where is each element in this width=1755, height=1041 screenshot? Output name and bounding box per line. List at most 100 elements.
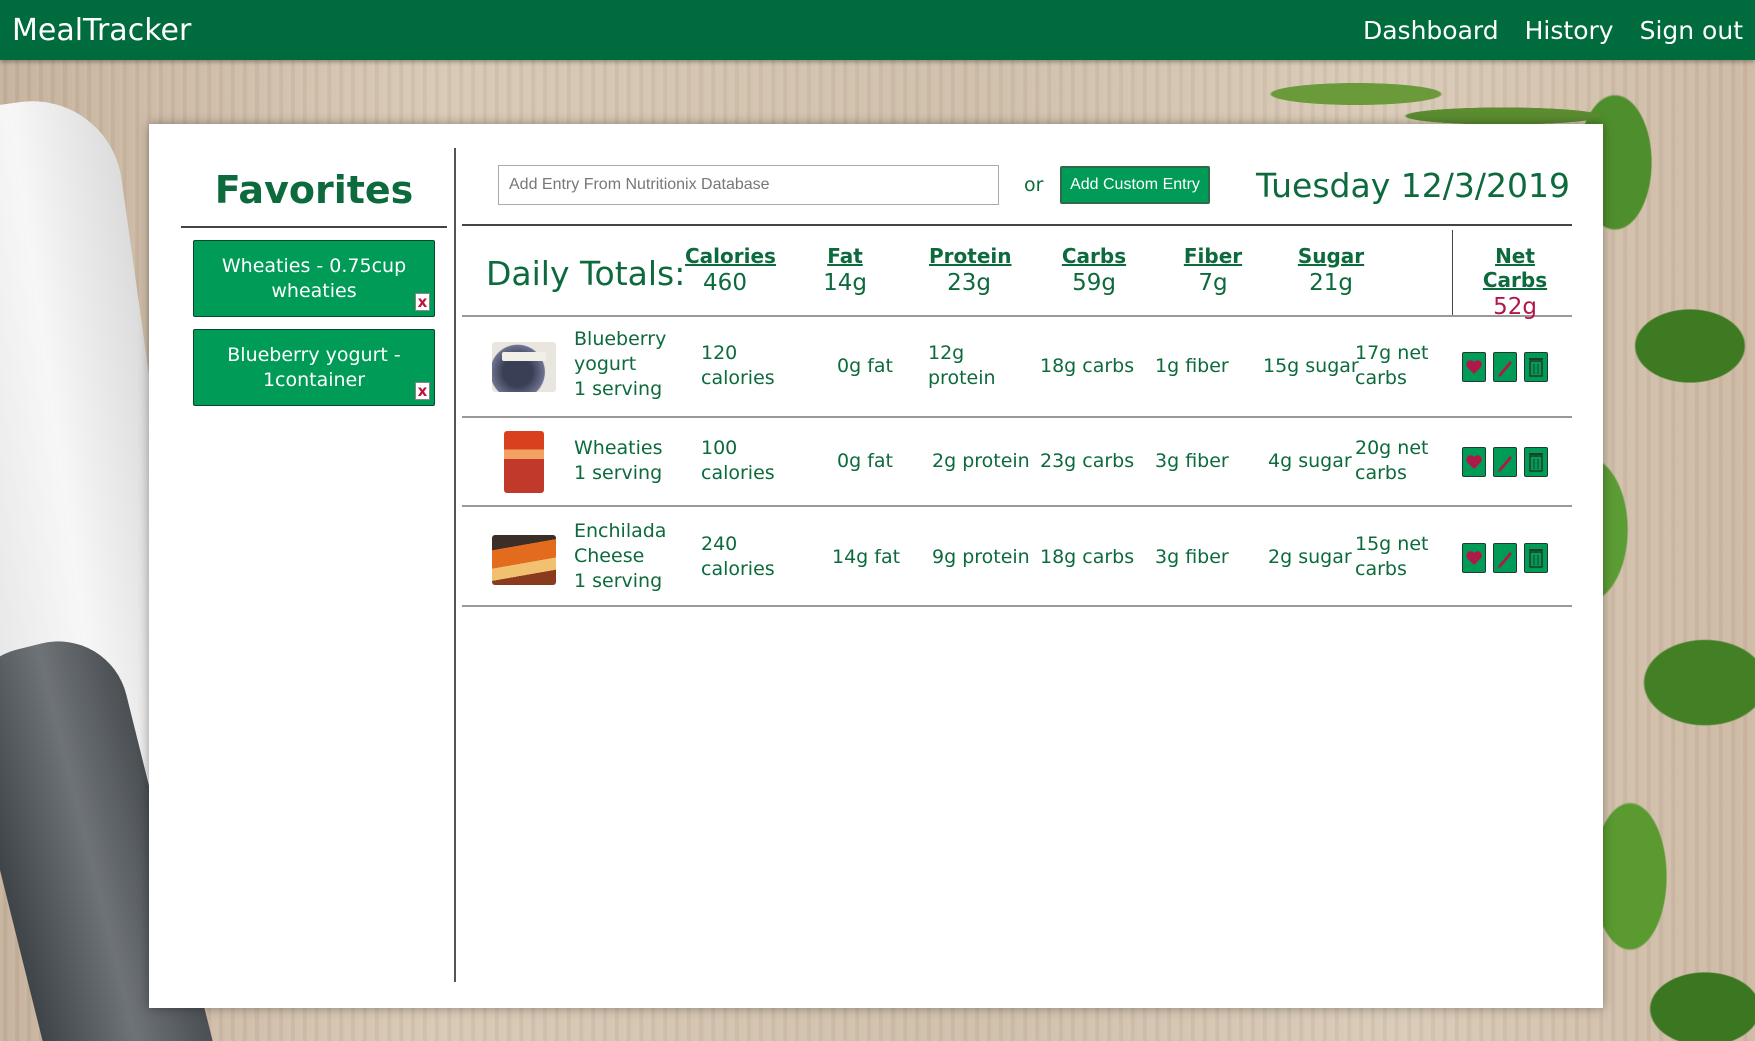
main-card: Favorites Wheaties - 0.75cup wheaties x … — [149, 124, 1603, 1008]
entry-name: Blueberry yogurt — [574, 328, 667, 375]
favorite-item-label: Blueberry yogurt - 1container — [227, 343, 401, 391]
favorites-sidebar: Favorites Wheaties - 0.75cup wheaties x … — [181, 148, 447, 960]
add-custom-entry-button[interactable]: Add Custom Entry — [1060, 166, 1210, 204]
entry-actions — [1462, 352, 1548, 382]
wheaties-image — [504, 431, 544, 493]
entry-net-carbs: 17g net carbs — [1355, 342, 1429, 389]
entry-name: Wheaties — [574, 437, 663, 459]
total-sugar-value: 21g — [1309, 270, 1353, 296]
favorite-item[interactable]: Blueberry yogurt - 1container x — [193, 329, 435, 406]
total-net-carbs: Net Carbs 52g — [1460, 244, 1570, 320]
nav-history-link[interactable]: History — [1525, 16, 1614, 45]
total-fiber-label[interactable]: Fiber — [1178, 244, 1248, 268]
entry-sugar: 4g sugar — [1268, 450, 1352, 472]
entry-calories: 240 calories — [701, 533, 775, 580]
entry-serving: 1 serving — [574, 570, 663, 592]
total-calories-value: 460 — [703, 270, 747, 296]
yogurt-image — [492, 342, 556, 392]
pencil-icon — [1498, 361, 1512, 377]
entry-sugar: 15g sugar — [1263, 355, 1359, 377]
navbar: MealTracker Dashboard History Sign out — [0, 0, 1755, 60]
entry-toolbar: or Add Custom Entry Tuesday 12/3/2019 — [462, 148, 1572, 228]
entry-calories: 100 calories — [701, 437, 775, 484]
entry-fiber: 3g fiber — [1155, 546, 1229, 568]
delete-button[interactable] — [1524, 447, 1548, 477]
delete-button[interactable] — [1524, 352, 1548, 382]
brand-logo[interactable]: MealTracker — [12, 13, 191, 48]
nav-signout-link[interactable]: Sign out — [1640, 16, 1743, 45]
entry-carbs: 18g carbs — [1040, 546, 1135, 568]
total-fat: Fat 14g — [815, 244, 875, 296]
total-sugar: Sugar 21g — [1296, 244, 1366, 296]
entry-name-cell: Blueberry yogurt 1 serving — [574, 327, 684, 402]
total-sugar-label[interactable]: Sugar — [1296, 244, 1366, 268]
heart-icon — [1466, 455, 1482, 469]
food-entry-row: Wheaties 1 serving 100 calories 0g fat 2… — [462, 418, 1572, 507]
daily-totals-row: Daily Totals: Calories 460 Fat 14g Prote… — [462, 230, 1572, 320]
total-protein-label[interactable]: Protein — [929, 244, 1011, 268]
entry-net-carbs: 20g net carbs — [1355, 437, 1429, 484]
entry-fat: 0g fat — [837, 355, 893, 377]
entry-net-carbs: 15g net carbs — [1355, 533, 1429, 580]
favorites-title: Favorites — [181, 148, 447, 228]
total-carbs-label[interactable]: Carbs — [1059, 244, 1129, 268]
entry-calories: 120 calories — [701, 342, 775, 389]
favorite-item[interactable]: Wheaties - 0.75cup wheaties x — [193, 240, 435, 317]
nutritionix-search-input[interactable] — [498, 165, 999, 205]
pencil-icon — [1498, 456, 1512, 472]
remove-favorite-button[interactable]: x — [415, 382, 430, 400]
entry-fiber: 1g fiber — [1155, 355, 1229, 377]
or-label: or — [1024, 174, 1044, 196]
entry-name-cell: Wheaties 1 serving — [574, 436, 684, 486]
favorite-button[interactable] — [1462, 447, 1486, 477]
entry-serving: 1 serving — [574, 378, 663, 400]
header-divider — [462, 224, 1572, 226]
sidebar-divider — [454, 148, 456, 982]
total-fat-value: 14g — [823, 270, 867, 296]
enchilada-image — [492, 535, 556, 585]
remove-favorite-button[interactable]: x — [415, 293, 430, 311]
entry-protein: 12g protein — [928, 342, 996, 389]
edit-button[interactable] — [1493, 352, 1517, 382]
total-carbs-value: 59g — [1072, 270, 1116, 296]
entry-sugar: 2g sugar — [1268, 546, 1352, 568]
entry-carbs: 18g carbs — [1040, 355, 1135, 377]
delete-button[interactable] — [1524, 543, 1548, 573]
edit-button[interactable] — [1493, 447, 1517, 477]
entry-fat: 14g fat — [832, 546, 901, 568]
entry-name: Enchilada Cheese — [574, 520, 667, 567]
entry-actions — [1462, 447, 1548, 477]
daily-totals-title: Daily Totals: — [486, 254, 686, 293]
current-date: Tuesday 12/3/2019 — [1256, 166, 1570, 205]
tracker-content: or Add Custom Entry Tuesday 12/3/2019 Da… — [462, 148, 1572, 607]
entry-actions — [1462, 543, 1548, 573]
edit-button[interactable] — [1493, 543, 1517, 573]
nav-dashboard-link[interactable]: Dashboard — [1363, 16, 1499, 45]
total-calories-label[interactable]: Calories — [685, 244, 776, 268]
total-net-carbs-label[interactable]: Net Carbs — [1460, 244, 1570, 292]
total-calories: Calories 460 — [685, 244, 776, 296]
nav-links: Dashboard History Sign out — [1363, 16, 1743, 45]
heart-icon — [1466, 360, 1482, 374]
food-entry-row: Blueberry yogurt 1 serving 120 calories … — [462, 317, 1572, 418]
total-fat-label[interactable]: Fat — [815, 244, 875, 268]
trash-icon — [1529, 453, 1543, 472]
entry-protein: 9g protein — [932, 546, 1030, 568]
trash-icon — [1529, 358, 1543, 377]
entry-serving: 1 serving — [574, 462, 663, 484]
net-carbs-divider — [1452, 230, 1453, 315]
total-fiber: Fiber 7g — [1178, 244, 1248, 296]
total-carbs: Carbs 59g — [1059, 244, 1129, 296]
favorite-button[interactable] — [1462, 543, 1486, 573]
total-fiber-value: 7g — [1198, 270, 1228, 296]
entry-name-cell: Enchilada Cheese 1 serving — [574, 519, 684, 594]
heart-icon — [1466, 551, 1482, 565]
food-entry-row: Enchilada Cheese 1 serving 240 calories … — [462, 507, 1572, 607]
favorite-item-label: Wheaties - 0.75cup wheaties — [221, 254, 407, 302]
total-protein: Protein 23g — [929, 244, 1011, 296]
entry-protein: 2g protein — [932, 450, 1030, 472]
entry-fiber: 3g fiber — [1155, 450, 1229, 472]
entry-fat: 0g fat — [837, 450, 893, 472]
pencil-icon — [1498, 552, 1512, 568]
favorite-button[interactable] — [1462, 352, 1486, 382]
